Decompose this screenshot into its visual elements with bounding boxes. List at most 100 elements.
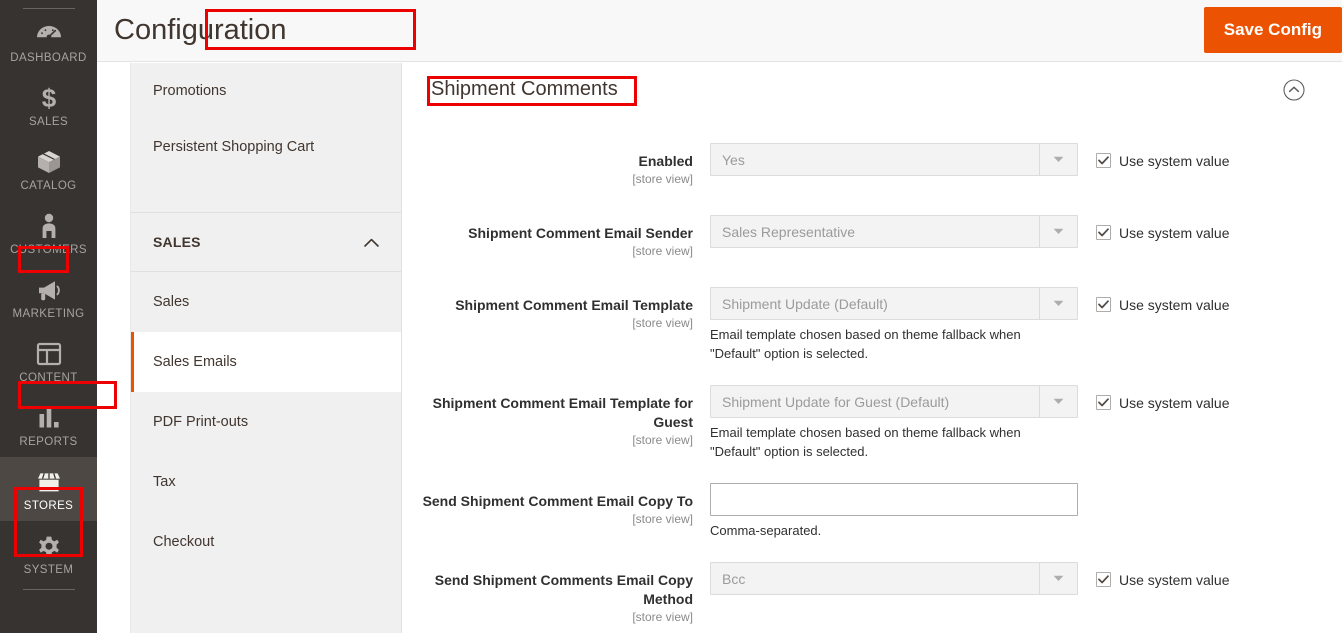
sidebar-item-catalog[interactable]: CATALOG <box>0 137 97 201</box>
field-control: Shipment Update for Guest (Default) Email… <box>710 385 1078 461</box>
use-system-value-checkbox[interactable] <box>1096 572 1111 587</box>
field-scope: [store view] <box>632 610 693 624</box>
config-nav-section-sales[interactable]: SALES <box>131 213 401 272</box>
chevron-down-icon <box>1039 288 1077 319</box>
sidebar-item-system[interactable]: SYSTEM <box>0 521 97 585</box>
use-system-value-checkbox[interactable] <box>1096 153 1111 168</box>
field-label-wrap: Shipment Comment Email Template [store vi… <box>403 287 710 332</box>
sidebar-item-content[interactable]: CONTENT <box>0 329 97 393</box>
field-control: Yes <box>710 143 1078 176</box>
select-value: Shipment Update for Guest (Default) <box>722 393 950 410</box>
form-row: Shipment Comment Email Template for Gues… <box>403 385 1342 461</box>
chevron-down-icon <box>1039 386 1077 417</box>
sidebar-item-dashboard[interactable]: DASHBOARD <box>0 9 97 73</box>
field-control: Bcc <box>710 562 1078 595</box>
field-label: Shipment Comment Email Template <box>455 297 693 313</box>
use-system-value-label[interactable]: Use system value <box>1119 572 1229 588</box>
field-scope: [store view] <box>632 433 693 447</box>
field-label: Shipment Comment Email Template for Gues… <box>432 395 693 430</box>
field-scope: [store view] <box>632 316 693 330</box>
config-nav-item-persistent-shopping-cart[interactable]: Persistent Shopping Cart <box>131 119 401 175</box>
save-config-button[interactable]: Save Config <box>1203 7 1342 53</box>
configuration-content: Shipment Comments Enabled [store view] Yes… <box>403 63 1342 633</box>
select-shipment-comment-email-sender[interactable]: Sales Representative <box>710 215 1078 248</box>
field-label-wrap: Shipment Comment Email Template for Gues… <box>403 385 710 449</box>
field-label-wrap: Send Shipment Comments Email Copy Method… <box>403 562 710 626</box>
field-label-wrap: Send Shipment Comment Email Copy To [stor… <box>403 483 710 528</box>
use-system-value-checkbox[interactable] <box>1096 225 1111 240</box>
gear-icon <box>34 531 64 561</box>
sidebar-item-sales[interactable]: $ SALES <box>0 73 97 137</box>
input-send-shipment-comment-email-copy-to[interactable] <box>710 483 1078 516</box>
use-system-value-label[interactable]: Use system value <box>1119 225 1229 241</box>
sidebar-item-label: STORES <box>23 500 74 512</box>
box-icon <box>34 147 64 177</box>
select-send-shipment-comments-email-copy-method[interactable]: Bcc <box>710 562 1078 595</box>
use-system-value-wrap <box>1078 483 1278 493</box>
row-spacer <box>403 540 1342 562</box>
sidebar-item-customers[interactable]: CUSTOMERS <box>0 201 97 265</box>
sidebar-item-stores[interactable]: STORES <box>0 457 97 521</box>
chevron-up-circle-icon[interactable] <box>1283 79 1305 101</box>
sidebar-item-label: REPORTS <box>19 436 78 448</box>
person-icon <box>34 211 64 241</box>
megaphone-icon <box>34 275 64 305</box>
use-system-value-label[interactable]: Use system value <box>1119 395 1229 411</box>
field-scope: [store view] <box>632 512 693 526</box>
select-value: Shipment Update (Default) <box>722 295 888 312</box>
select-value: Sales Representative <box>722 223 856 240</box>
config-nav-item-tax[interactable]: Tax <box>131 452 401 512</box>
sidebar-item-reports[interactable]: REPORTS <box>0 393 97 457</box>
config-nav-item-checkout[interactable]: Checkout <box>131 512 401 572</box>
use-system-value-checkbox[interactable] <box>1096 297 1111 312</box>
field-label: Enabled <box>638 153 693 169</box>
form-row: Shipment Comment Email Sender [store view… <box>403 215 1342 260</box>
select-value: Yes <box>722 151 745 168</box>
chevron-down-icon <box>1039 563 1077 594</box>
field-label: Shipment Comment Email Sender <box>468 225 693 241</box>
field-label-wrap: Shipment Comment Email Sender [store view… <box>403 215 710 260</box>
sidebar-item-label: MARKETING <box>12 308 85 320</box>
rail-bottom-divider <box>22 589 75 590</box>
configuration-nav: Promotions Persistent Shopping Cart SALE… <box>130 63 402 633</box>
row-spacer <box>403 461 1342 483</box>
use-system-value-checkbox[interactable] <box>1096 395 1111 410</box>
config-nav-item-promotions[interactable]: Promotions <box>131 63 401 119</box>
form-row: Send Shipment Comment Email Copy To [stor… <box>403 483 1342 540</box>
select-shipment-comment-email-template[interactable]: Shipment Update (Default) <box>710 287 1078 320</box>
use-system-value-wrap: Use system value <box>1078 215 1278 241</box>
field-help-text: Email template chosen based on theme fal… <box>710 327 1021 361</box>
row-spacer <box>403 626 1342 633</box>
row-spacer <box>403 363 1342 385</box>
sidebar-item-label: DASHBOARD <box>10 52 87 64</box>
field-label: Send Shipment Comment Email Copy To <box>422 493 693 509</box>
sidebar-item-label: CUSTOMERS <box>10 244 87 256</box>
field-scope: [store view] <box>632 172 693 186</box>
field-control: Comma-separated. <box>710 483 1078 540</box>
config-nav-item-sales-emails[interactable]: Sales Emails <box>131 332 401 392</box>
section-header: Shipment Comments <box>403 63 1342 121</box>
sidebar-item-label: SALES <box>28 116 69 128</box>
use-system-value-wrap: Use system value <box>1078 143 1278 169</box>
config-nav-top-group: Promotions Persistent Shopping Cart <box>131 63 401 213</box>
select-shipment-comment-email-template-for-guest[interactable]: Shipment Update for Guest (Default) <box>710 385 1078 418</box>
field-help-text: Comma-separated. <box>710 523 822 538</box>
admin-configuration-page: DASHBOARD $ SALES CATALOG CUSTOMERS MARKETING… <box>0 0 1342 633</box>
sidebar-item-label: SYSTEM <box>23 564 74 576</box>
sidebar-item-marketing[interactable]: MARKETING <box>0 265 97 329</box>
use-system-value-label[interactable]: Use system value <box>1119 297 1229 313</box>
config-nav-item-pdf-print-outs[interactable]: PDF Print-outs <box>131 392 401 452</box>
field-control: Sales Representative <box>710 215 1078 248</box>
configuration-form: Enabled [store view] Yes Use system value Sh… <box>403 121 1342 633</box>
config-nav-item-sales[interactable]: Sales <box>131 272 401 332</box>
select-enabled[interactable]: Yes <box>710 143 1078 176</box>
svg-text:$: $ <box>41 84 56 112</box>
page-header: Configuration Save Config <box>97 0 1342 62</box>
chevron-down-icon <box>1039 144 1077 175</box>
chevron-down-icon <box>1039 216 1077 247</box>
dollar-icon: $ <box>34 83 64 113</box>
field-help-text: Email template chosen based on theme fal… <box>710 425 1021 459</box>
form-row: Send Shipment Comments Email Copy Method… <box>403 562 1342 626</box>
use-system-value-label[interactable]: Use system value <box>1119 153 1229 169</box>
row-spacer <box>403 260 1342 287</box>
